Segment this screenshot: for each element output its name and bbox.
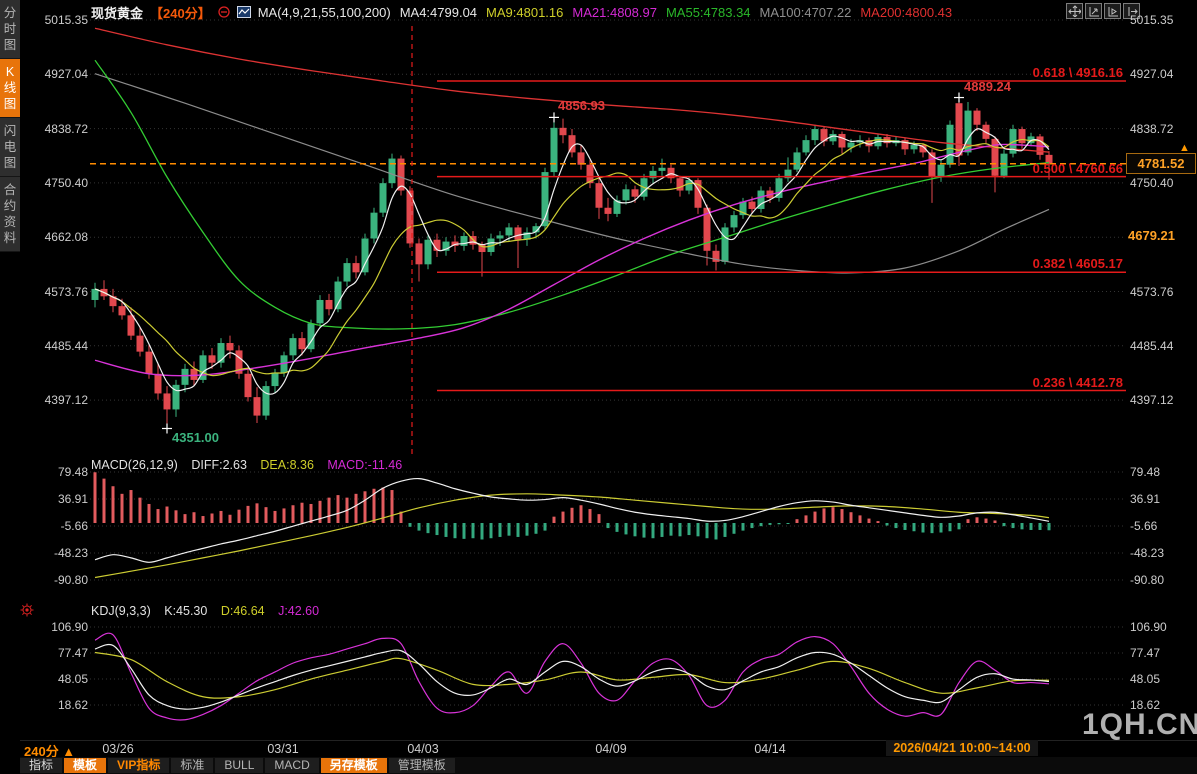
ma-value-label: MA200:4800.43 bbox=[860, 5, 952, 20]
indicator-icon[interactable] bbox=[237, 6, 251, 18]
toolbar-button[interactable]: 模板 bbox=[64, 758, 106, 773]
axis-tick-label: 36.91 bbox=[1130, 492, 1196, 506]
date-tick-label: 03/26 bbox=[102, 742, 133, 756]
macd-title: MACD(26,12,9) bbox=[91, 458, 178, 472]
toolbar-button[interactable]: 指标 bbox=[20, 758, 62, 773]
axis-tick-label: 4838.72 bbox=[1130, 122, 1196, 136]
axis-tick-label: 4662.08 bbox=[20, 230, 88, 244]
swing-high-label-2: 4889.24 bbox=[964, 79, 1011, 94]
macd-diff-value: DIFF:2.63 bbox=[191, 458, 247, 472]
toolbar-button[interactable]: BULL bbox=[215, 758, 263, 773]
axis-tick-label: -48.23 bbox=[1130, 546, 1196, 560]
fib-level-label: 0.500 \ 4760.66 bbox=[923, 161, 1123, 176]
toolbar-button[interactable]: 另存模板 bbox=[321, 758, 387, 773]
sidebar: 分 时 图K 线 图闪 电 图合 约 资 料 bbox=[0, 0, 20, 774]
ma-value-label: MA9:4801.16 bbox=[486, 5, 563, 20]
chart-toolbar-icons bbox=[1066, 3, 1140, 19]
axis-tick-label: 4397.12 bbox=[1130, 393, 1196, 407]
swing-high-label: 4856.93 bbox=[558, 98, 605, 113]
axis-tick-label: 18.62 bbox=[20, 698, 88, 712]
ma-value-label: MA4:4799.04 bbox=[400, 5, 477, 20]
axis-tick-label: 4927.04 bbox=[1130, 67, 1196, 81]
axis-tick-label: -5.66 bbox=[20, 519, 88, 533]
secondary-price-label: 4679.21 bbox=[1128, 227, 1190, 244]
chart-header: 现货黄金 【240分】 MA(4,9,21,55,100,200) MA4:479… bbox=[91, 3, 961, 21]
axis-tick-label: 4750.40 bbox=[20, 176, 88, 190]
axis-tick-label: 106.90 bbox=[20, 620, 88, 634]
axis-tick-label: 4485.44 bbox=[1130, 339, 1196, 353]
axis-tick-label: 5015.35 bbox=[20, 13, 88, 27]
ma-value-label: MA21:4808.97 bbox=[572, 5, 657, 20]
toolbar-button[interactable]: VIP指标 bbox=[108, 758, 169, 773]
axis-tick-label: 48.05 bbox=[20, 672, 88, 686]
watermark: 1QH.CN bbox=[1082, 708, 1197, 742]
axis-tick-label: 48.05 bbox=[1130, 672, 1196, 686]
macd-dea-value: DEA:8.36 bbox=[260, 458, 314, 472]
axis-tick-label: 5015.35 bbox=[1130, 13, 1196, 27]
ma-values: MA(4,9,21,55,100,200) MA4:4799.04 MA9:4801… bbox=[258, 5, 961, 20]
axis-tick-label: 4927.04 bbox=[20, 67, 88, 81]
current-price-label: 4781.52 bbox=[1126, 153, 1196, 174]
fib-level-label: 0.236 \ 4412.78 bbox=[923, 375, 1123, 390]
axis-tick-label: -90.80 bbox=[20, 573, 88, 587]
axis-tick-label: 4750.40 bbox=[1130, 176, 1196, 190]
axis-tick-label: 79.48 bbox=[20, 465, 88, 479]
date-tick-label: 04/14 bbox=[754, 742, 785, 756]
sidebar-tab[interactable]: K 线 图 bbox=[0, 59, 20, 118]
axis-tick-label: 79.48 bbox=[1130, 465, 1196, 479]
axis-tick-label: 4397.12 bbox=[20, 393, 88, 407]
minus-circle-icon[interactable] bbox=[218, 6, 230, 18]
axis-tick-label: 4573.76 bbox=[1130, 285, 1196, 299]
app-window: 分 时 图K 线 图闪 电 图合 约 资 料 现货黄金 【240分】 MA(4,… bbox=[0, 0, 1197, 774]
swing-low-label: 4351.00 bbox=[172, 430, 219, 445]
pan-icon[interactable] bbox=[1066, 3, 1083, 19]
axis-tick-label: 36.91 bbox=[20, 492, 88, 506]
bottom-toolbar: 指标模板VIP指标标准BULLMACD另存模板管理模板 bbox=[20, 757, 1197, 774]
axis-tick-label: -48.23 bbox=[20, 546, 88, 560]
axis-zoom-icon[interactable] bbox=[1085, 3, 1102, 19]
toolbar-button[interactable]: 管理模板 bbox=[389, 758, 455, 773]
sidebar-tab[interactable]: 闪 电 图 bbox=[0, 118, 20, 177]
axis-tick-label: 4838.72 bbox=[20, 122, 88, 136]
fib-level-label: 0.618 \ 4916.16 bbox=[923, 65, 1123, 80]
toolbar-button[interactable]: MACD bbox=[265, 758, 318, 773]
alarm-icon[interactable] bbox=[20, 603, 34, 617]
macd-macd-value: MACD:-11.46 bbox=[327, 458, 402, 472]
toolbar-button[interactable]: 标准 bbox=[171, 758, 213, 773]
date-tick-label: 04/09 bbox=[595, 742, 626, 756]
date-tick-label: 03/31 bbox=[267, 742, 298, 756]
axis-tick-label: 77.47 bbox=[1130, 646, 1196, 660]
axis-tick-label: 106.90 bbox=[1130, 620, 1196, 634]
kdj-d-value: D:46.64 bbox=[221, 604, 265, 618]
axis-play-icon[interactable] bbox=[1104, 3, 1121, 19]
kdj-title: KDJ(9,3,3) bbox=[91, 604, 151, 618]
sidebar-tab[interactable]: 合 约 资 料 bbox=[0, 177, 20, 252]
axis-tick-label: 4485.44 bbox=[20, 339, 88, 353]
ma-value-label: MA100:4707.22 bbox=[760, 5, 852, 20]
kdj-j-value: J:42.60 bbox=[278, 604, 319, 618]
ma-value-label: MA55:4783.34 bbox=[666, 5, 751, 20]
axis-tick-label: 4573.76 bbox=[20, 285, 88, 299]
symbol-name: 现货黄金 bbox=[91, 3, 143, 22]
kdj-header: KDJ(9,3,3) K:45.30 D:46.64 J:42.60 bbox=[91, 604, 319, 618]
period-label[interactable]: 【240分】 bbox=[150, 3, 211, 22]
current-bar-time: 2026/04/21 10:00~14:00 二 bbox=[886, 740, 1038, 756]
ma-params-label: MA(4,9,21,55,100,200) bbox=[258, 5, 391, 20]
macd-header: MACD(26,12,9) DIFF:2.63 DEA:8.36 MACD:-1… bbox=[91, 458, 402, 472]
axis-tick-label: -5.66 bbox=[1130, 519, 1196, 533]
date-tick-label: 04/03 bbox=[407, 742, 438, 756]
axis-tick-label: 77.47 bbox=[20, 646, 88, 660]
axis-tick-label: -90.80 bbox=[1130, 573, 1196, 587]
fib-level-label: 0.382 \ 4605.17 bbox=[923, 256, 1123, 271]
sidebar-tab[interactable]: 分 时 图 bbox=[0, 0, 20, 59]
kdj-k-value: K:45.30 bbox=[164, 604, 207, 618]
